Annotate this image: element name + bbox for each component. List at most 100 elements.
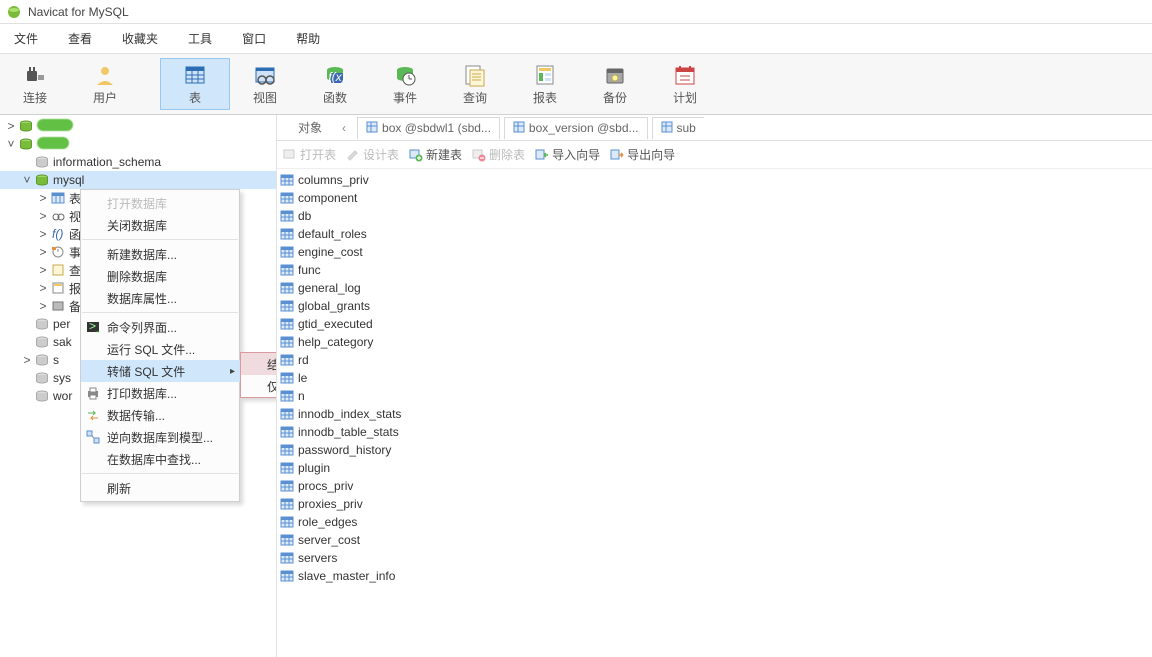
table-icon [279,316,295,332]
table-row[interactable]: servers [277,549,1152,567]
menu-view[interactable]: 查看 [60,28,100,49]
table-row[interactable]: proxies_priv [277,495,1152,513]
tab-prev-icon[interactable]: ‹ [335,121,353,135]
twisty-icon[interactable]: ˃ [36,299,50,313]
table-row[interactable]: general_log [277,279,1152,297]
table-name: innodb_table_stats [298,425,399,439]
twisty-icon[interactable]: ˃ [36,281,50,295]
context-item[interactable]: 逆向数据库到模型... [81,426,241,448]
toolbar-view[interactable]: 视图 [230,58,300,110]
node-icon [18,136,34,152]
toolbar-label: 备份 [603,89,627,106]
table-row[interactable]: columns_priv [277,171,1152,189]
database-information-schema[interactable]: information_schema [0,153,276,171]
node-icon [34,316,50,332]
table-icon [279,262,295,278]
table-row[interactable]: plugin [277,459,1152,477]
connection-2[interactable]: ˅ [0,135,276,153]
twisty-icon[interactable]: ˃ [36,263,50,277]
menu-window[interactable]: 窗口 [234,28,274,49]
table-row[interactable]: db [277,207,1152,225]
table-name: global_grants [298,299,370,313]
context-item[interactable]: 打印数据库... [81,382,241,404]
menu-help[interactable]: 帮助 [288,28,328,49]
dump-sql-submenu[interactable]: 结构和数据... 仅结构... [240,352,277,398]
menu-favorites[interactable]: 收藏夹 [114,28,166,49]
database-context-menu[interactable]: 打开数据库关闭数据库新建数据库...删除数据库数据库属性...>_命令列界面..… [80,189,240,502]
tab-sub[interactable]: sub [652,117,704,139]
context-item[interactable]: 运行 SQL 文件... [81,338,241,360]
toolbar-plug[interactable]: 连接 [0,58,70,110]
toolbar-table[interactable]: 表 [160,58,230,110]
table-row[interactable]: engine_cost [277,243,1152,261]
tab-objects[interactable]: 对象 [279,117,331,139]
table-row[interactable]: help_category [277,333,1152,351]
view-icon [253,63,277,87]
table-row[interactable]: rd [277,351,1152,369]
table-name: procs_priv [298,479,353,493]
table-row[interactable]: password_history [277,441,1152,459]
tab-box-version[interactable]: box_version @sbd... [504,117,648,139]
table-row[interactable]: le [277,369,1152,387]
action-open-table[interactable]: 打开表 [283,146,336,163]
context-item[interactable]: 在数据库中查找... [81,448,241,470]
twisty-icon[interactable]: ˃ [36,209,50,223]
table-row[interactable]: gtid_executed [277,315,1152,333]
context-label: 数据库属性... [107,290,177,307]
submenu-item[interactable]: 仅结构... [241,375,277,397]
toolbar-backup[interactable]: 备份 [580,58,650,110]
toolbar-report[interactable]: 报表 [510,58,580,110]
toolbar-user[interactable]: 用户 [70,58,140,110]
twisty-icon[interactable]: ˃ [36,191,50,205]
submenu-label: 结构和数据... [267,356,277,373]
connection-1[interactable]: ˃ [0,117,276,135]
table-row[interactable]: role_edges [277,513,1152,531]
action-import[interactable]: 导入向导 [535,146,600,163]
context-item[interactable]: 删除数据库 [81,265,241,287]
menu-file[interactable]: 文件 [6,28,46,49]
action-delete-table[interactable]: 删除表 [472,146,525,163]
twisty-icon[interactable]: ˅ [20,173,34,187]
twisty-icon[interactable]: ˃ [36,245,50,259]
context-item[interactable]: 新建数据库... [81,243,241,265]
database-mysql[interactable]: ˅mysql [0,171,276,189]
table-row[interactable]: n [277,387,1152,405]
twisty-icon[interactable]: ˃ [36,227,50,241]
table-row[interactable]: global_grants [277,297,1152,315]
twisty-icon[interactable]: ˃ [20,353,34,367]
node-label: sys [53,371,71,385]
node-label [37,137,69,152]
context-item[interactable]: 刷新 [81,477,241,499]
svg-text:f(x): f(x) [328,70,345,84]
action-export[interactable]: 导出向导 [610,146,675,163]
context-item[interactable]: 转储 SQL 文件▸ [81,360,241,382]
table-row[interactable]: server_cost [277,531,1152,549]
context-item[interactable]: 数据库属性... [81,287,241,309]
action-design-table[interactable]: 设计表 [346,146,399,163]
context-label: 新建数据库... [107,246,177,263]
table-row[interactable]: func [277,261,1152,279]
twisty-icon[interactable]: ˃ [4,119,18,133]
tab-box[interactable]: box @sbdwl1 (sbd... [357,117,500,139]
action-new-table[interactable]: 新建表 [409,146,462,163]
table-row[interactable]: innodb_index_stats [277,405,1152,423]
table-name: password_history [298,443,391,457]
table-row[interactable]: procs_priv [277,477,1152,495]
menu-tools[interactable]: 工具 [180,28,220,49]
twisty-icon[interactable]: ˅ [4,137,18,151]
import-icon [535,148,549,162]
context-item[interactable]: >_命令列界面... [81,316,241,338]
table-row[interactable]: innodb_table_stats [277,423,1152,441]
toolbar-schedule[interactable]: 计划 [650,58,720,110]
table-name: innodb_index_stats [298,407,401,421]
chevron-right-icon: ▸ [230,366,235,377]
context-item[interactable]: 关闭数据库 [81,214,241,236]
submenu-item[interactable]: 结构和数据... [241,353,277,375]
context-item[interactable]: 数据传输... [81,404,241,426]
toolbar-fx[interactable]: f(x)函数 [300,58,370,110]
table-row[interactable]: default_roles [277,225,1152,243]
toolbar-query[interactable]: 查询 [440,58,510,110]
toolbar-event[interactable]: 事件 [370,58,440,110]
table-row[interactable]: component [277,189,1152,207]
table-row[interactable]: slave_master_info [277,567,1152,585]
